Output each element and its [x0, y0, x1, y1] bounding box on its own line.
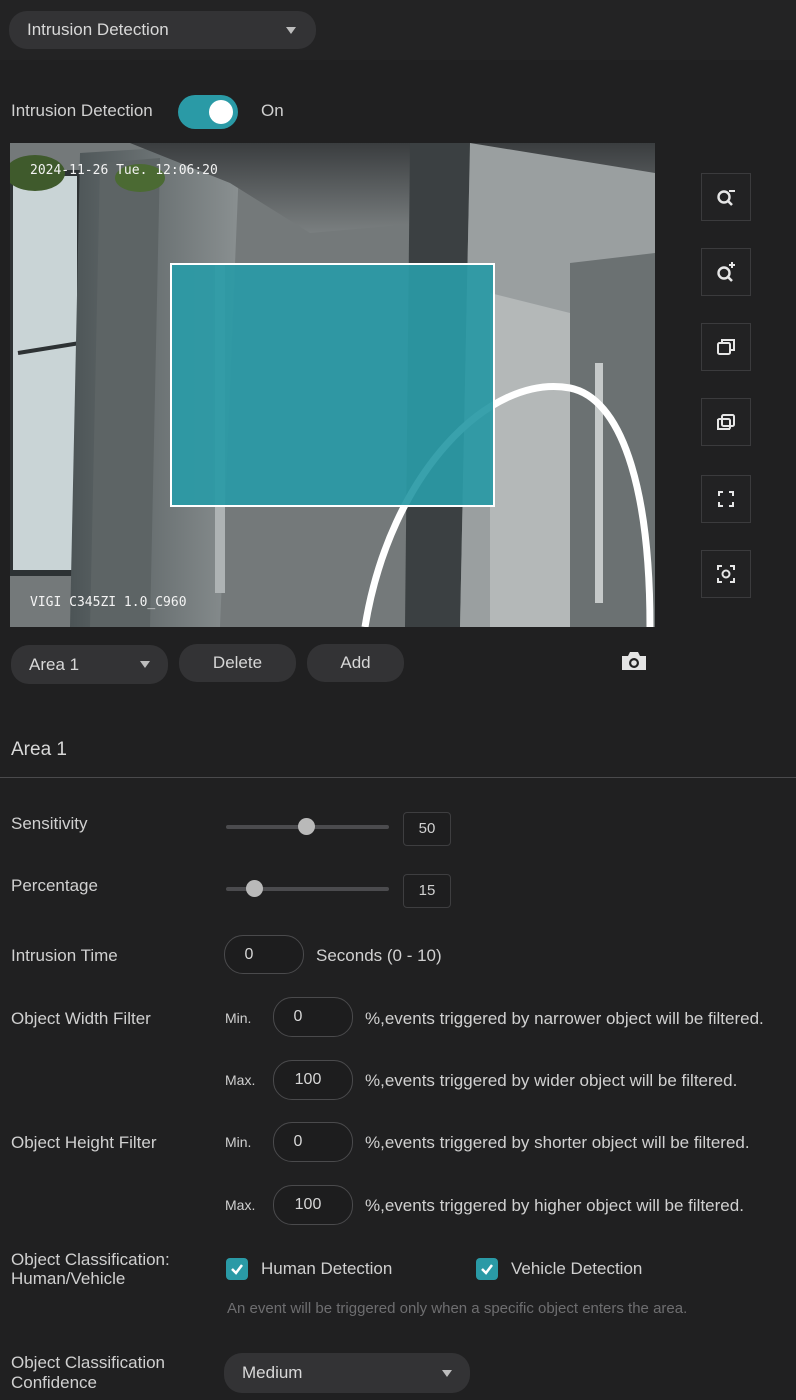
width-filter-label: Object Width Filter	[11, 1009, 151, 1028]
zoom-in-icon	[717, 262, 735, 282]
width-max-label: Max.	[225, 1072, 256, 1088]
intrusion-time-input[interactable]: 0	[224, 935, 304, 974]
fullscreen-icon	[718, 491, 734, 507]
check-icon	[231, 1264, 243, 1275]
send-back-button[interactable]	[701, 398, 751, 446]
height-filter-label: Object Height Filter	[11, 1133, 157, 1152]
snapshot-button[interactable]	[620, 649, 648, 673]
camera-icon	[622, 652, 646, 670]
camera-label: VIGI C345ZI 1.0_C960	[30, 595, 187, 610]
area-select-value: Area 1	[29, 654, 80, 674]
sensitivity-label: Sensitivity	[11, 814, 88, 833]
width-min-description: %,events triggered by narrower object wi…	[365, 1009, 764, 1028]
classification-hint: An event will be triggered only when a s…	[227, 1300, 688, 1317]
section-divider	[0, 777, 796, 778]
toggle-knob	[209, 100, 233, 124]
intrusion-detection-toggle[interactable]	[178, 95, 238, 129]
height-min-input[interactable]: 0	[273, 1122, 353, 1162]
focus-icon	[717, 565, 735, 583]
sensitivity-value[interactable]: 50	[403, 812, 451, 846]
chevron-down-icon	[140, 661, 150, 668]
chevron-down-icon	[286, 27, 296, 34]
camera-frame-image	[10, 143, 655, 627]
delete-area-button[interactable]: Delete	[179, 644, 296, 682]
intrusion-time-label: Intrusion Time	[11, 946, 118, 965]
height-max-input[interactable]: 100	[273, 1185, 353, 1225]
detection-type-value: Intrusion Detection	[27, 20, 169, 39]
intrusion-time-unit: Seconds (0 - 10)	[316, 946, 442, 965]
video-timestamp: 2024-11-26 Tue. 12:06:20	[30, 163, 218, 178]
confidence-label-line2: Confidence	[11, 1373, 98, 1392]
chevron-down-icon	[442, 1370, 452, 1377]
add-area-button[interactable]: Add	[307, 644, 404, 682]
percentage-label: Percentage	[11, 876, 98, 895]
window-front-icon	[717, 339, 735, 355]
width-min-label: Min.	[225, 1010, 252, 1026]
area-select[interactable]: Area 1	[11, 645, 168, 684]
classification-label-line1: Object Classification:	[11, 1250, 170, 1269]
height-max-label: Max.	[225, 1197, 256, 1213]
human-detection-label: Human Detection	[261, 1259, 393, 1278]
intrusion-detection-label: Intrusion Detection	[11, 101, 153, 120]
focus-button[interactable]	[701, 550, 751, 598]
height-max-description: %,events triggered by higher object will…	[365, 1196, 744, 1215]
height-min-description: %,events triggered by shorter object wil…	[365, 1133, 750, 1152]
human-detection-checkbox[interactable]	[226, 1258, 248, 1280]
width-max-input[interactable]: 100	[273, 1060, 353, 1100]
width-max-description: %,events triggered by wider object will …	[365, 1071, 738, 1090]
zoom-out-button[interactable]	[701, 173, 751, 221]
vehicle-detection-label: Vehicle Detection	[511, 1259, 643, 1278]
window-back-icon	[717, 414, 735, 430]
vehicle-detection-checkbox[interactable]	[476, 1258, 498, 1280]
classification-label-line2: Human/Vehicle	[11, 1269, 126, 1288]
confidence-select-value: Medium	[242, 1363, 303, 1382]
classification-label: Object Classification: Human/Vehicle	[11, 1250, 170, 1288]
fullscreen-button[interactable]	[701, 475, 751, 523]
detection-type-select[interactable]: Intrusion Detection	[9, 11, 316, 49]
check-icon	[481, 1264, 493, 1275]
toggle-state-label: On	[261, 101, 284, 120]
width-min-input[interactable]: 0	[273, 997, 353, 1037]
confidence-label: Object Classification Confidence	[11, 1353, 165, 1393]
height-min-label: Min.	[225, 1134, 252, 1150]
sensitivity-slider-thumb[interactable]	[298, 818, 315, 835]
confidence-label-line1: Object Classification	[11, 1353, 166, 1372]
zoom-in-button[interactable]	[701, 248, 751, 296]
confidence-select[interactable]: Medium	[224, 1353, 470, 1393]
percentage-value[interactable]: 15	[403, 874, 451, 908]
bring-front-button[interactable]	[701, 323, 751, 371]
video-preview[interactable]: 2024-11-26 Tue. 12:06:20 VIGI C345ZI 1.0…	[10, 143, 655, 627]
zoom-out-icon	[717, 190, 735, 206]
percentage-slider-thumb[interactable]	[246, 880, 263, 897]
section-title: Area 1	[11, 739, 67, 760]
